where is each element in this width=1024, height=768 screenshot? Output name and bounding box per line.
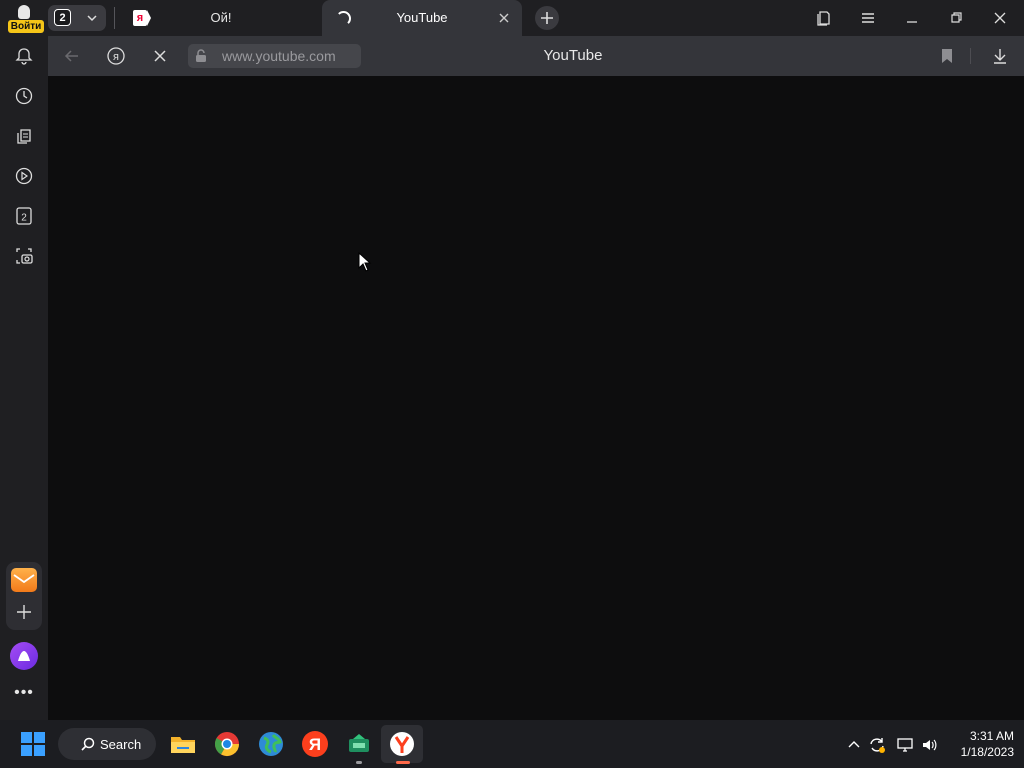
- tabs-counter-icon[interactable]: 2: [14, 206, 34, 226]
- new-tab-button[interactable]: [535, 6, 559, 30]
- page-title: YouTube: [543, 47, 603, 64]
- active-indicator: [396, 761, 410, 764]
- clock-date: 1/18/2023: [960, 745, 1014, 759]
- tab-count-badge: 2: [54, 9, 71, 26]
- envelope-icon: [13, 574, 35, 584]
- mail-app-icon[interactable]: [11, 568, 37, 592]
- unlock-icon[interactable]: [193, 48, 209, 64]
- collections-cards-icon[interactable]: [14, 126, 34, 146]
- bookmark-icon[interactable]: [937, 46, 957, 66]
- show-hidden-icons-chevron-icon[interactable]: [845, 736, 863, 754]
- more-icon[interactable]: •••: [13, 685, 35, 704]
- running-indicator: [356, 761, 362, 764]
- bell-icon[interactable]: [14, 46, 34, 66]
- system-clock[interactable]: 3:31 AM 1/18/2023: [944, 728, 1014, 760]
- svg-text:2: 2: [21, 213, 27, 224]
- close-tab-icon[interactable]: [496, 10, 512, 26]
- svg-text:я: я: [113, 51, 119, 63]
- tab-oops[interactable]: я Ой!: [120, 0, 320, 36]
- download-icon[interactable]: [990, 46, 1010, 66]
- mouse-cursor-icon: [358, 252, 372, 272]
- close-window-icon[interactable]: [990, 8, 1010, 28]
- green-app-icon[interactable]: [345, 730, 373, 758]
- plus-icon: [541, 12, 553, 24]
- svg-text:Я: Я: [309, 735, 321, 754]
- add-app-icon[interactable]: [14, 602, 34, 622]
- search-icon: [81, 737, 95, 751]
- yandex-browser-icon[interactable]: [388, 730, 416, 758]
- tab-youtube[interactable]: YouTube: [322, 0, 522, 36]
- yandex-page-icon: я: [133, 10, 151, 26]
- alice-logo-icon: [18, 651, 30, 661]
- yandex-icon[interactable]: Я: [301, 730, 329, 758]
- login-label: Войти: [8, 20, 44, 33]
- taskbar-search[interactable]: Search: [58, 728, 156, 760]
- history-clock-icon[interactable]: [14, 86, 34, 106]
- stop-loading-icon[interactable]: [150, 46, 170, 66]
- tab-separator: [114, 7, 115, 29]
- toolbar-separator: [970, 48, 971, 64]
- sync-update-icon[interactable]: [868, 736, 886, 754]
- minimize-icon[interactable]: [902, 8, 922, 28]
- clock-time: 3:31 AM: [969, 729, 1014, 743]
- tab-title: YouTube: [396, 10, 448, 25]
- alice-assistant-icon[interactable]: [10, 642, 38, 670]
- tab-group-button[interactable]: 2: [48, 5, 106, 31]
- network-icon[interactable]: [896, 736, 914, 754]
- sidebar-apps-panel: [6, 562, 42, 630]
- page-content-area[interactable]: [48, 76, 1024, 720]
- chevron-down-icon: [87, 15, 97, 22]
- user-avatar-icon: [18, 5, 30, 19]
- loading-spinner-icon: [336, 11, 351, 26]
- back-arrow-icon[interactable]: [62, 46, 82, 66]
- windows-taskbar: Search Я 3:31 AM 1/18/2023: [0, 720, 1024, 768]
- tab-title: Ой!: [210, 10, 232, 25]
- globe-app-icon[interactable]: [257, 730, 285, 758]
- profile-button[interactable]: Войти: [6, 2, 44, 34]
- sidebar: 2 •••: [0, 36, 48, 720]
- windows-start-icon[interactable]: [19, 730, 47, 758]
- address-bar[interactable]: www.youtube.com: [188, 44, 361, 68]
- restore-icon[interactable]: [946, 8, 966, 28]
- menu-icon[interactable]: [858, 8, 878, 28]
- volume-icon[interactable]: [920, 736, 938, 754]
- title-bar: Войти 2 я Ой! YouTube: [0, 0, 1024, 36]
- video-play-icon[interactable]: [14, 166, 34, 186]
- chrome-icon[interactable]: [213, 730, 241, 758]
- collections-icon[interactable]: [814, 8, 834, 28]
- search-label: Search: [100, 737, 142, 752]
- yandex-home-icon[interactable]: я: [106, 46, 126, 66]
- url-text: www.youtube.com: [222, 48, 336, 64]
- file-explorer-icon[interactable]: [169, 730, 197, 758]
- screenshot-camera-icon[interactable]: [14, 246, 34, 266]
- navigation-toolbar: я www.youtube.com YouTube: [48, 36, 1024, 76]
